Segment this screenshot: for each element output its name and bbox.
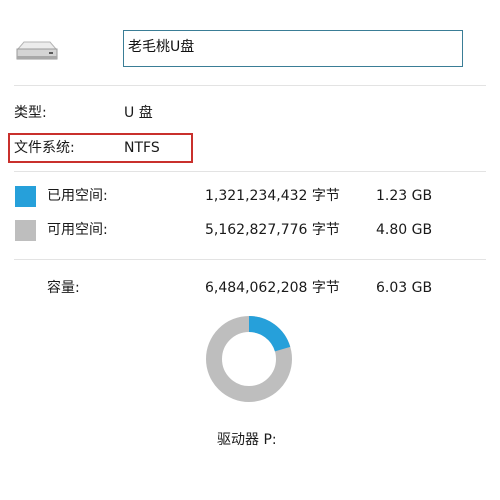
capacity-bytes: 6,484,062,208 字节	[205, 280, 340, 296]
separator-top	[14, 85, 486, 86]
capacity-size: 6.03 GB	[376, 280, 433, 296]
free-space-swatch	[15, 220, 36, 241]
capacity-donut	[206, 316, 292, 402]
separator-mid	[14, 171, 486, 172]
type-label: 类型:	[14, 105, 47, 121]
capacity-label: 容量:	[47, 280, 80, 296]
used-space-bytes: 1,321,234,432 字节	[205, 188, 340, 204]
free-space-label: 可用空间:	[47, 222, 108, 238]
used-space-size: 1.23 GB	[376, 188, 433, 204]
free-space-size: 4.80 GB	[376, 222, 433, 238]
drive-letter-label: 驱动器 P:	[217, 432, 277, 448]
used-space-swatch	[15, 186, 36, 207]
file-system-label: 文件系统:	[14, 140, 75, 156]
file-system-value: NTFS	[124, 140, 160, 156]
separator-capacity	[14, 259, 486, 260]
type-value: U 盘	[124, 105, 153, 121]
usb-drive-icon	[16, 41, 58, 60]
drive-name-input[interactable]	[123, 30, 463, 67]
used-space-label: 已用空间:	[47, 188, 108, 204]
free-space-bytes: 5,162,827,776 字节	[205, 222, 340, 238]
